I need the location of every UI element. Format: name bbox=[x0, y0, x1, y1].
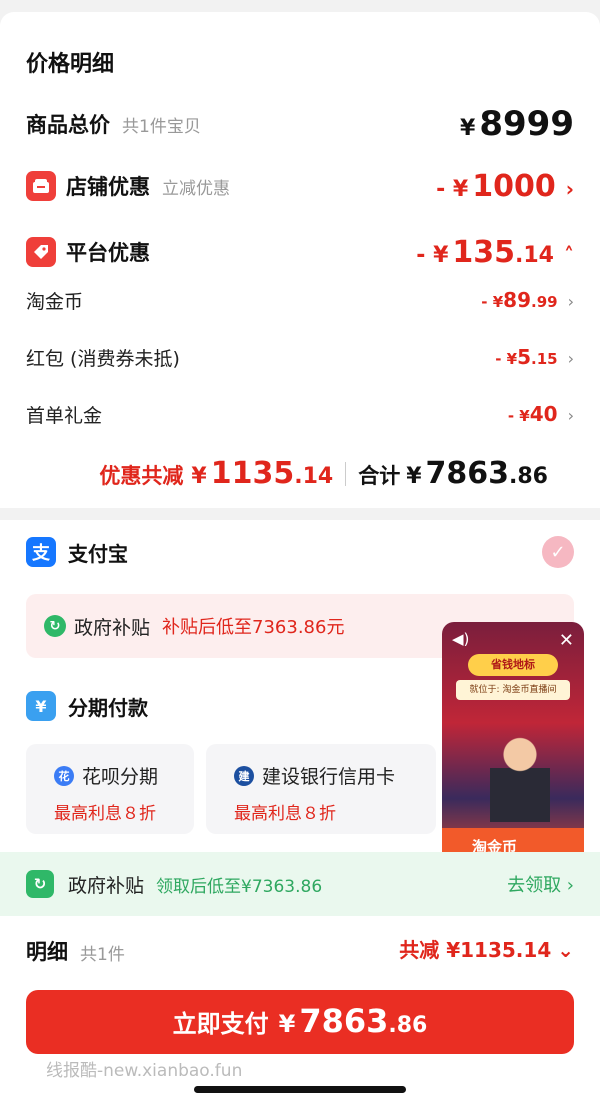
floater-banner: 省钱地标 bbox=[468, 654, 558, 676]
gov-subsidy-label: 政府补贴 bbox=[74, 616, 151, 639]
discount-item-amount: 89 bbox=[503, 288, 532, 312]
installment-option-huabei[interactable]: 花 花呗分期 最高利息８折 bbox=[26, 744, 194, 834]
refresh-icon: ↻ bbox=[44, 615, 66, 637]
platform-discount-row[interactable]: 平台优惠 - ¥ 135 .14 ˄ bbox=[26, 232, 574, 272]
gov-bar-text: 领取后低至¥7363.86 bbox=[156, 876, 323, 897]
price-summary: 优惠共减 ¥ 1135 .14 合计 ¥ 7863 .86 bbox=[99, 456, 548, 491]
discount-total-label: 优惠共减 bbox=[99, 464, 184, 488]
checkmark-icon[interactable]: ✓ bbox=[542, 536, 574, 568]
floater-subtitle: 就位于: 淘金币直播间 bbox=[456, 680, 570, 700]
pay-button-decimal: .86 bbox=[388, 1013, 428, 1038]
installment-option-name: 建设银行信用卡 bbox=[262, 766, 396, 788]
shop-icon bbox=[26, 171, 56, 201]
tag-icon bbox=[26, 237, 56, 267]
shop-discount-row[interactable]: 店铺优惠 立减优惠 - ¥ 1000 › bbox=[26, 166, 574, 206]
goods-total-label: 商品总价 bbox=[26, 113, 110, 137]
goods-total-row: 商品总价 共1件宝贝 ¥ 8999 bbox=[26, 104, 574, 144]
summary-divider bbox=[345, 461, 347, 486]
presenter-image bbox=[490, 732, 550, 822]
alipay-icon: 支 bbox=[26, 537, 56, 567]
goods-total-yen: ¥ bbox=[460, 116, 476, 141]
chevron-right-icon: › bbox=[567, 406, 574, 425]
detail-count: 共1件 bbox=[80, 945, 125, 965]
discount-item-prefix: - ¥ bbox=[495, 350, 518, 368]
platform-discount-label: 平台优惠 bbox=[66, 241, 150, 265]
installment-label: 分期付款 bbox=[68, 695, 148, 720]
chevron-right-icon: › bbox=[565, 176, 574, 201]
shop-discount-sub: 立减优惠 bbox=[162, 178, 230, 199]
gov-subsidy-text: 补贴后低至7363.86元 bbox=[162, 617, 345, 638]
price-detail-title: 价格明细 bbox=[26, 52, 115, 77]
discount-item-prefix: - ¥ bbox=[481, 293, 504, 311]
pay-button-amount: 7863 bbox=[299, 1002, 389, 1040]
platform-discount-prefix: - ¥ bbox=[416, 242, 449, 268]
detail-label: 明细 bbox=[26, 940, 68, 964]
discount-item-amount: 5 bbox=[517, 345, 532, 369]
total-label: 合计 bbox=[358, 464, 401, 488]
total-yen: ¥ bbox=[406, 464, 422, 489]
detail-discount-label: 共减 ¥ bbox=[399, 938, 461, 962]
chevron-right-icon: › bbox=[567, 292, 574, 311]
refresh-icon: ↻ bbox=[26, 870, 54, 898]
discount-total-decimal: .14 bbox=[294, 464, 334, 489]
installment-icon: ¥ bbox=[26, 691, 56, 721]
platform-discount-amount: 135 bbox=[452, 234, 516, 270]
shop-discount-amount: 1000 bbox=[472, 168, 556, 204]
gov-subsidy-bar[interactable]: ↻ 政府补贴 领取后低至¥7363.86 去领取 › bbox=[0, 852, 600, 916]
discount-item-amount: 40 bbox=[529, 402, 558, 426]
detail-discount-amount: 1135.14 bbox=[460, 938, 552, 962]
home-indicator[interactable] bbox=[194, 1086, 406, 1093]
alipay-option[interactable]: 支 支付宝 ✓ bbox=[26, 532, 574, 572]
pay-button-yen: ¥ bbox=[278, 1010, 296, 1038]
ccb-bank-icon: 建 bbox=[234, 765, 254, 786]
discount-item-label: 红包 (消费券未抵) bbox=[26, 347, 180, 370]
total-decimal: .86 bbox=[509, 464, 548, 489]
discount-item-label: 首单礼金 bbox=[26, 404, 103, 427]
chevron-right-icon: › bbox=[567, 349, 574, 368]
detail-discount[interactable]: 共减 ¥ 1135.14 ⌄ bbox=[399, 934, 574, 963]
speaker-icon[interactable]: ◀) bbox=[452, 630, 469, 648]
discount-item-decimal: .99 bbox=[531, 293, 558, 311]
alipay-label: 支付宝 bbox=[68, 541, 128, 566]
discount-total-amount: 1135 bbox=[210, 456, 295, 491]
live-stream-floater[interactable]: ◀) ✕ 省钱地标 就位于: 淘金币直播间 淘金币 bbox=[442, 622, 584, 874]
total-amount: 7863 bbox=[425, 456, 510, 491]
huabei-icon: 花 bbox=[54, 765, 74, 786]
discount-item-label: 淘金币 bbox=[26, 290, 84, 313]
installment-option-rate: 最高利息８折 bbox=[54, 804, 156, 824]
installment-option-ccb[interactable]: 建 建设银行信用卡 最高利息８折 bbox=[206, 744, 436, 834]
gov-bar-label: 政府补贴 bbox=[68, 874, 145, 897]
shop-discount-label: 店铺优惠 bbox=[66, 175, 150, 199]
discount-item-decimal: .15 bbox=[531, 350, 558, 368]
pay-button-label: 立即支付 bbox=[172, 1010, 269, 1038]
watermark-text: 线报酷-new.xianbao.fun bbox=[46, 1061, 243, 1081]
goods-total-amount: 8999 bbox=[479, 104, 574, 144]
pay-now-button[interactable]: 立即支付 ¥ 7863 .86 bbox=[26, 990, 574, 1054]
platform-discount-decimal: .14 bbox=[515, 242, 554, 268]
installment-option-name: 花呗分期 bbox=[82, 766, 159, 788]
claim-link[interactable]: 去领取 › bbox=[507, 871, 574, 897]
goods-total-count: 共1件宝贝 bbox=[122, 116, 201, 137]
shop-discount-prefix: - ¥ bbox=[436, 176, 469, 202]
discount-item-row[interactable]: 红包 (消费券未抵) - ¥ 5 .15 › bbox=[26, 340, 574, 374]
price-detail-card: 价格明细 商品总价 共1件宝贝 ¥ 8999 店铺优惠 立减优惠 - ¥ 100… bbox=[0, 12, 600, 508]
chevron-up-icon: ˄ bbox=[564, 242, 574, 267]
installment-option-rate: 最高利息８折 bbox=[234, 804, 336, 824]
discount-item-row[interactable]: 首单礼金 - ¥ 40 › bbox=[26, 397, 574, 431]
close-icon[interactable]: ✕ bbox=[559, 630, 574, 651]
discount-item-row[interactable]: 淘金币 - ¥ 89 .99 › bbox=[26, 283, 574, 317]
checkout-footer: 明细 共1件 共减 ¥ 1135.14 ⌄ 立即支付 ¥ 7863 .86 线报… bbox=[0, 918, 600, 1106]
chevron-down-icon: ⌄ bbox=[557, 938, 574, 962]
discount-item-prefix: - ¥ bbox=[507, 407, 530, 425]
discount-total-yen: ¥ bbox=[191, 464, 207, 489]
